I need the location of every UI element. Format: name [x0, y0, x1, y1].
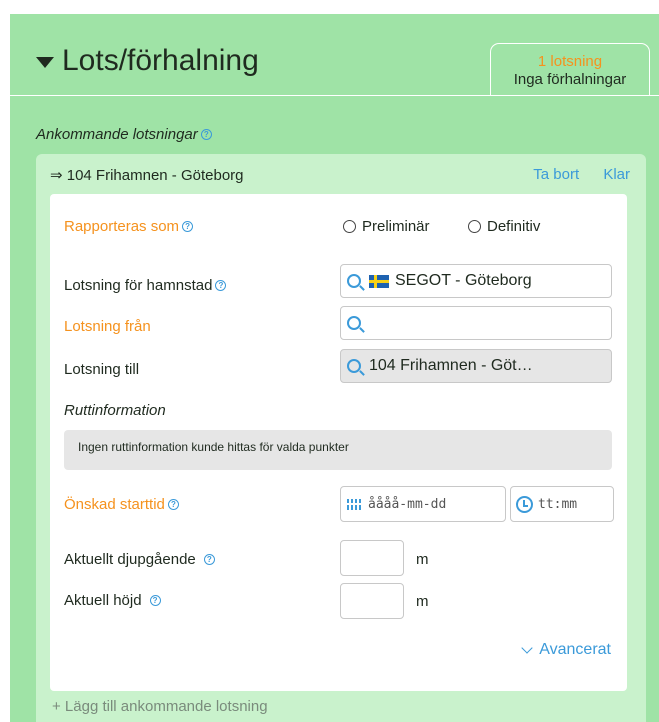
to-label-text: Lotsning till [64, 361, 140, 378]
section-label: Ankommande lotsningar ? [36, 126, 212, 143]
help-icon[interactable]: ? [182, 221, 194, 232]
add-pilotage-link[interactable]: + Lägg till ankommande lotsning [52, 698, 268, 715]
pilotage-heading: ⇒ 104 Frihamnen - Göteborg [50, 167, 244, 184]
pilotage-actions: Ta bort Klar [513, 166, 630, 183]
time-input[interactable]: tt:mm [510, 486, 614, 522]
panel-header: Lots/förhalning 1 lotsning Inga förhalni… [10, 14, 659, 96]
radio-preliminary-label: Preliminär [362, 218, 430, 235]
remove-link[interactable]: Ta bort [533, 166, 579, 183]
help-icon[interactable]: ? [200, 129, 212, 140]
draught-label: Aktuellt djupgående ? [64, 551, 215, 568]
help-icon[interactable]: ? [167, 499, 179, 510]
search-icon [347, 274, 361, 288]
help-icon[interactable]: ? [149, 595, 161, 606]
from-label: Lotsning från [64, 318, 151, 335]
draught-unit: m [416, 551, 429, 568]
tab-pilotage-count: 1 lotsning [537, 53, 603, 70]
date-placeholder: åååå-mm-dd [368, 496, 447, 512]
tab-summary[interactable]: 1 lotsning Inga förhalningar [490, 43, 650, 96]
height-label-text: Aktuell höjd [64, 592, 142, 609]
height-label: Aktuell höjd ? [64, 592, 161, 609]
swedish-flag-icon [369, 274, 389, 288]
to-field[interactable]: 104 Frihamnen - Göt… [340, 349, 612, 383]
draught-input[interactable] [340, 540, 404, 576]
panel-title: Lots/förhalning [62, 44, 259, 77]
height-unit: m [416, 593, 429, 610]
header-divider [10, 95, 659, 96]
panel-title-toggle[interactable]: Lots/förhalning [36, 44, 259, 78]
chevron-down-icon [521, 642, 533, 654]
radio-definitive-label: Definitiv [487, 218, 541, 235]
done-link[interactable]: Klar [603, 166, 630, 183]
route-info-message: Ingen ruttinformation kunde hittas för v… [78, 440, 349, 454]
route-label-text: Ruttinformation [64, 402, 166, 419]
date-input[interactable]: åååå-mm-dd [340, 486, 506, 522]
search-icon [347, 359, 361, 373]
search-icon [347, 316, 361, 330]
advanced-label: Avancerat [539, 641, 611, 658]
pilotage-form: Rapporteras som ? Preliminär Definitiv L… [50, 194, 627, 691]
start-time-label: Önskad starttid ? [64, 496, 179, 513]
from-label-text: Lotsning från [64, 318, 151, 335]
tab-shifting-count: Inga förhalningar [513, 71, 627, 88]
calendar-icon [347, 498, 362, 510]
clock-icon [516, 495, 533, 513]
section-label-text: Ankommande lotsningar [36, 126, 198, 143]
report-as-label: Rapporteras som ? [64, 218, 194, 235]
radio-circle-icon [468, 220, 481, 233]
report-as-label-text: Rapporteras som [64, 218, 180, 235]
port-city-value: SEGOT - Göteborg [395, 272, 532, 289]
port-city-field[interactable]: SEGOT - Göteborg [340, 264, 612, 298]
port-city-label: Lotsning för hamnstad ? [64, 277, 227, 294]
route-info-box: Ingen ruttinformation kunde hittas för v… [64, 430, 612, 470]
pilotage-item: ⇒ 104 Frihamnen - Göteborg Ta bort Klar … [36, 154, 646, 722]
help-icon[interactable]: ? [203, 554, 215, 565]
draught-label-text: Aktuellt djupgående [64, 551, 196, 568]
radio-circle-icon [343, 220, 356, 233]
port-city-label-text: Lotsning för hamnstad [64, 277, 213, 294]
to-label: Lotsning till [64, 361, 139, 378]
to-value: 104 Frihamnen - Göt… [369, 357, 533, 374]
radio-definitive[interactable]: Definitiv [468, 218, 540, 235]
advanced-toggle[interactable]: Avancerat [521, 641, 611, 659]
route-label: Ruttinformation [64, 402, 166, 419]
from-field[interactable] [340, 306, 612, 340]
radio-preliminary[interactable]: Preliminär [343, 218, 430, 235]
height-input[interactable] [340, 583, 404, 619]
time-placeholder: tt:mm [538, 496, 578, 512]
start-time-label-text: Önskad starttid [64, 496, 165, 513]
pilotage-panel: Lots/förhalning 1 lotsning Inga förhalni… [10, 14, 659, 722]
caret-down-icon [36, 56, 54, 68]
help-icon[interactable]: ? [215, 280, 227, 291]
